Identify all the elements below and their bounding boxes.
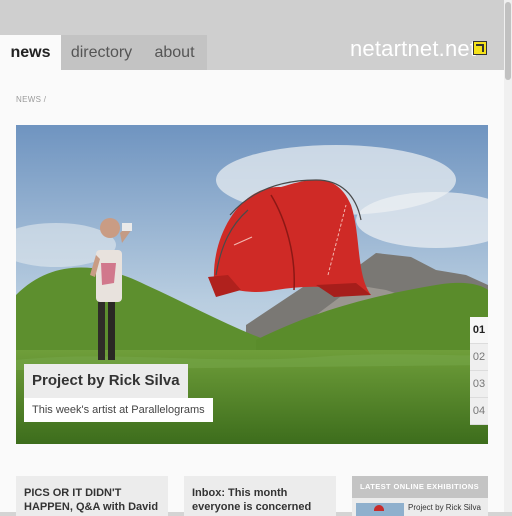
exhibition-thumbnail[interactable]	[356, 503, 404, 516]
latest-exhibitions-box: LATEST ONLINE EXHIBITIONS Project by Ric…	[352, 476, 488, 516]
pager-item[interactable]: 03	[470, 371, 488, 398]
featured-subtitle[interactable]: This week's artist at Parallelograms	[24, 398, 213, 422]
breadcrumb[interactable]: NEWS /	[16, 95, 46, 104]
featured-title[interactable]: Project by Rick Silva	[24, 364, 188, 398]
pager-item[interactable]: 01	[470, 317, 488, 344]
tab-directory[interactable]: directory	[61, 35, 142, 70]
latest-exhibitions-heading: LATEST ONLINE EXHIBITIONS	[352, 476, 488, 498]
scrollbar[interactable]	[504, 0, 512, 512]
news-card[interactable]: Inbox: This month everyone is concerned …	[184, 476, 336, 516]
exhibition-link[interactable]: Project by Rick Silva	[408, 503, 481, 512]
main-content: NEWS / Project by Rick Silva This week's…	[0, 70, 504, 516]
pager-item[interactable]: 04	[470, 398, 488, 425]
site-logo[interactable]: netartnet.net	[350, 36, 476, 62]
news-card[interactable]: PICS OR IT DIDN'T HAPPEN, Q&A with David…	[16, 476, 168, 516]
tab-news[interactable]: news	[0, 35, 61, 70]
top-navigation: news directory about netartnet.net	[0, 0, 504, 70]
pager-item[interactable]: 02	[470, 344, 488, 371]
scrollbar-thumb[interactable]	[505, 2, 511, 80]
external-link-icon[interactable]	[473, 41, 487, 55]
tab-about[interactable]: about	[142, 35, 207, 70]
slideshow-pager: 01 02 03 04	[470, 317, 488, 425]
featured-slideshow[interactable]: Project by Rick Silva This week's artist…	[16, 125, 488, 444]
